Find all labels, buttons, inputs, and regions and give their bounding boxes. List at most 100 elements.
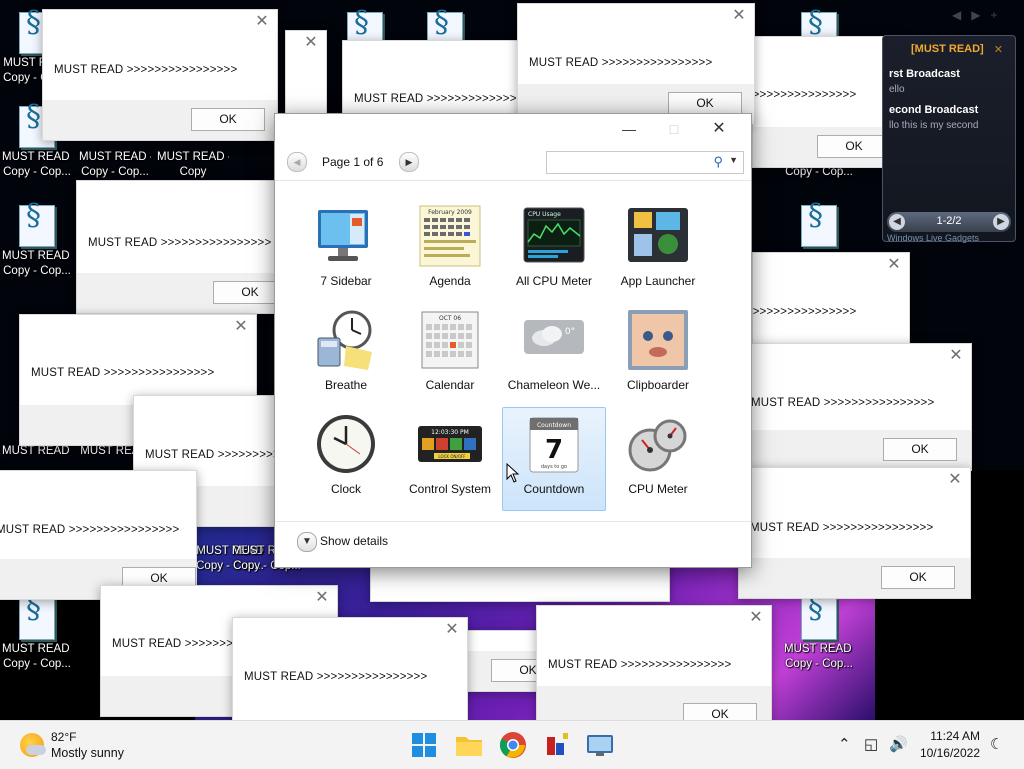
close-icon[interactable]: ✕ [887, 257, 901, 273]
chevron-up-icon[interactable]: ⌃ [838, 735, 851, 753]
gadget-name: CPU Meter [628, 482, 688, 496]
weather-cloud-icon: 0° [524, 320, 584, 354]
feed-item-title[interactable]: econd Broadcast [889, 104, 978, 116]
previous-page-icon[interactable]: ◀ [287, 152, 307, 172]
gadget-tile[interactable]: 0° Chameleon We... [502, 303, 606, 407]
ok-button[interactable]: OK [191, 108, 265, 131]
toolbar-divider [275, 180, 751, 181]
gadget-nav-arrows[interactable]: ◀▶+ [952, 8, 1007, 22]
script-file-icon [801, 205, 837, 247]
close-icon[interactable]: ✕ [315, 590, 329, 606]
gadget-name: Control System [408, 482, 492, 496]
weather-temp: 0° [565, 327, 575, 337]
control-panel-icon: 12:03:30 PM LOCK ON/OFF [418, 426, 482, 462]
ok-button[interactable]: OK [881, 566, 955, 589]
chrome-icon[interactable] [497, 729, 529, 761]
gadget-name: 7 Sidebar [320, 274, 372, 288]
gadget-tile[interactable]: 7 Sidebar [294, 199, 398, 303]
app-launcher-icon [628, 208, 688, 262]
gauge-icon [628, 419, 687, 472]
gadget-close-icon[interactable]: ✕ [994, 43, 1003, 56]
close-icon[interactable]: ✕ [234, 319, 248, 335]
chevron-down-icon[interactable]: ▼ [297, 532, 317, 552]
details-divider [275, 521, 751, 522]
gadget-name: Chameleon We... [507, 378, 601, 392]
message-text: MUST READ >>>>>>>>>>>>>>>> [31, 367, 215, 379]
message-text: MUST READ >>>>>>>>>>>>>>>> [354, 93, 538, 105]
minimize-icon[interactable]: — [607, 118, 651, 140]
gallery-toolbar: ◀ Page 1 of 6 ▶ ⚲ ▼ [275, 144, 751, 180]
ok-button[interactable]: OK [817, 135, 891, 158]
feed-item-title[interactable]: rst Broadcast [889, 68, 960, 80]
message-footer: OK [43, 100, 277, 140]
gadget-tile[interactable]: Clock [294, 407, 398, 511]
gadget-tile[interactable]: Breathe [294, 303, 398, 407]
desktop-icon[interactable]: MUST READ -Copy - Cop... [784, 598, 854, 672]
gadget-tile[interactable]: CPU Meter [606, 407, 710, 511]
close-icon[interactable]: ✕ [749, 610, 763, 626]
gadget-name: Clock [330, 482, 361, 496]
close-icon[interactable]: ✕ [697, 118, 741, 140]
gadget-tile[interactable]: App Launcher [606, 199, 710, 303]
message-text: MUST READ >>>>>>>>>>>>>>>> [0, 524, 180, 536]
gadget-name: Agenda [429, 274, 471, 288]
gadgets-taskbar-icon[interactable] [584, 729, 616, 761]
taskbar: 82°F Mostly sunny ⌃ ◱ 🔊 11:24 AM 10/16/2… [0, 720, 1024, 769]
focus-assist-icon[interactable]: ☾ [990, 735, 1003, 753]
start-windows-icon[interactable] [408, 729, 440, 761]
gadget-tile-selected[interactable]: Countdown 7 days to go Countdown [502, 407, 606, 511]
chevron-down-icon[interactable]: ▼ [729, 155, 738, 165]
feed-footer: Windows Live Gadgets [887, 233, 980, 243]
message-text: MUST READ >>>>>>>>>>>>>>>> [750, 522, 934, 534]
message-box: MUST READ >>>>>>>>>>>>>>>> [342, 40, 537, 122]
ok-button[interactable]: OK [668, 92, 742, 115]
desktop-icon[interactable]: MUST READ -Copy - Cop... [2, 598, 72, 672]
script-file-icon [19, 205, 55, 247]
show-details-link[interactable]: Show details [320, 534, 388, 548]
network-icon[interactable]: ◱ [864, 735, 878, 753]
weather-sun-cloud-icon[interactable] [20, 733, 46, 757]
clock-date[interactable]: 10/16/2022 [920, 746, 980, 760]
cpu-graph-icon: CPU Usage [523, 207, 585, 263]
ok-button[interactable]: OK [883, 438, 957, 461]
next-page-icon[interactable]: ▶ [399, 152, 419, 172]
desktop-icon[interactable]: MUST READ -Copy - Cop... [2, 205, 72, 279]
feed-header: [MUST READ] [911, 43, 984, 55]
gadget-tile[interactable]: OCT 06 Calendar [398, 303, 502, 407]
baby-photo-icon [628, 310, 688, 370]
message-footer: OK [77, 273, 287, 313]
control-lock: LOCK ON/OFF [438, 454, 466, 459]
gadget-name: All CPU Meter [515, 274, 592, 288]
feed-gadget[interactable]: [MUST READ] ✕ rst Broadcast ello econd B… [882, 35, 1016, 243]
close-icon[interactable]: ✕ [732, 8, 746, 24]
script-file-icon [19, 598, 55, 640]
close-icon[interactable]: ✕ [304, 35, 318, 51]
close-icon[interactable]: ✕ [255, 14, 269, 30]
message-text: MUST READ >>>>>>>>>>>>>>>> [88, 237, 272, 249]
search-icon[interactable]: ⚲ [713, 154, 723, 170]
feed-item-body: ello [889, 84, 905, 95]
clock-time[interactable]: 11:24 AM [930, 729, 980, 743]
message-box: MUST READ >>>>>>>>>>>>>>>> OK [0, 470, 197, 600]
file-explorer-icon[interactable] [453, 729, 485, 761]
volume-icon[interactable]: 🔊 [889, 735, 908, 753]
gadget-tile[interactable]: CPU Usage All CPU Meter [502, 199, 606, 303]
gadget-tile[interactable]: Clipboarder [606, 303, 710, 407]
close-icon[interactable]: ✕ [949, 348, 963, 364]
gadget-tile[interactable]: 12:03:30 PM LOCK ON/OFF Control System [398, 407, 502, 511]
message-box: ✕ MUST READ >>>>>>>>>>>>>>>> OK [42, 9, 278, 141]
message-box: ✕ MUST READ >>>>>>>>>>>>>>>> OK [750, 343, 972, 471]
close-icon[interactable]: ✕ [948, 472, 962, 488]
app-blocks-icon[interactable] [541, 729, 573, 761]
gadget-name: Clipboarder [626, 378, 690, 392]
message-footer: OK [753, 127, 903, 167]
weather-condition[interactable]: Mostly sunny [51, 746, 124, 760]
maximize-icon: □ [669, 121, 679, 137]
mouse-pointer-icon [506, 463, 520, 483]
close-icon[interactable]: ✕ [445, 622, 459, 638]
weather-temperature[interactable]: 82°F [51, 730, 76, 744]
desktop-icon[interactable] [784, 205, 854, 249]
gadget-tile[interactable]: February 2009 Agenda [398, 199, 502, 303]
search-input[interactable]: ⚲ ▼ [546, 151, 744, 174]
next-arrow-icon[interactable]: ▶ [993, 214, 1009, 230]
